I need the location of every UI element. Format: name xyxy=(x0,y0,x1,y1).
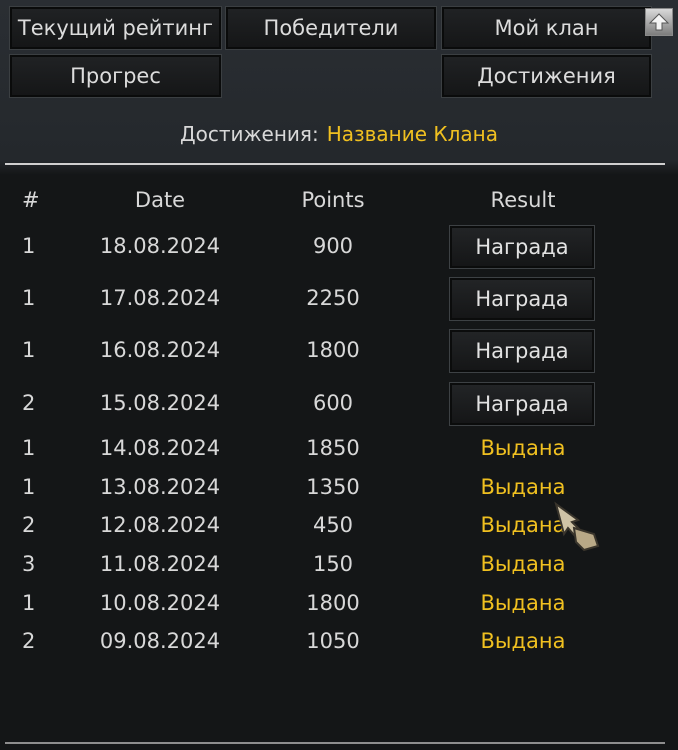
reward-issued-status: Выдана xyxy=(480,475,566,499)
pointer-hand-icon xyxy=(554,501,600,552)
row-date: 16.08.2024 xyxy=(99,338,221,362)
tab-progress[interactable]: Прогрес xyxy=(9,54,222,98)
column-header-result: Result xyxy=(490,188,556,212)
row-date: 11.08.2024 xyxy=(99,552,221,576)
row-points: 1800 xyxy=(306,591,360,615)
row-rank: 1 xyxy=(22,475,36,499)
row-rank: 1 xyxy=(22,286,36,310)
row-points: 1050 xyxy=(306,629,360,653)
reward-issued-status: Выдана xyxy=(480,629,566,653)
row-rank: 2 xyxy=(22,513,36,537)
reward-issued-status: Выдана xyxy=(480,591,566,615)
divider xyxy=(5,163,665,165)
claim-reward-button[interactable]: Награда xyxy=(449,277,595,321)
achievements-label: Достижения: xyxy=(180,122,319,146)
tab-my-clan[interactable]: Мой клан xyxy=(441,6,652,50)
tab-current-rating[interactable]: Текущий рейтинг xyxy=(9,6,222,50)
claim-reward-button[interactable]: Награда xyxy=(449,225,595,269)
claim-reward-button[interactable]: Награда xyxy=(449,329,595,373)
row-date: 09.08.2024 xyxy=(99,629,221,653)
row-date: 14.08.2024 xyxy=(99,436,221,460)
row-date: 15.08.2024 xyxy=(99,391,221,415)
row-rank: 1 xyxy=(22,591,36,615)
achievements-subtitle: Достижения: Название Клана xyxy=(0,122,678,146)
tab-winners[interactable]: Победители xyxy=(225,6,437,50)
row-points: 1800 xyxy=(306,338,360,362)
bottom-divider xyxy=(5,742,665,744)
row-rank: 3 xyxy=(22,552,36,576)
row-points: 1850 xyxy=(306,436,360,460)
row-points: 150 xyxy=(312,552,354,576)
row-points: 900 xyxy=(312,234,354,258)
claim-reward-button[interactable]: Награда xyxy=(449,382,595,426)
scroll-up-button[interactable] xyxy=(645,8,673,36)
reward-issued-status: Выдана xyxy=(480,552,566,576)
row-points: 450 xyxy=(312,513,354,537)
row-rank: 1 xyxy=(22,338,36,362)
row-rank: 2 xyxy=(22,629,36,653)
row-date: 17.08.2024 xyxy=(99,286,221,310)
row-rank: 1 xyxy=(22,436,36,460)
row-points: 600 xyxy=(312,391,354,415)
column-header-date: Date xyxy=(134,188,186,212)
row-date: 18.08.2024 xyxy=(99,234,221,258)
clan-name: Название Клана xyxy=(326,122,498,146)
clan-achievements-panel: Текущий рейтинг Победители Мой клан Прог… xyxy=(0,0,678,750)
tab-achievements[interactable]: Достижения xyxy=(441,54,652,98)
row-rank: 1 xyxy=(22,234,36,258)
reward-issued-status: Выдана xyxy=(480,436,566,460)
row-date: 12.08.2024 xyxy=(99,513,221,537)
row-date: 13.08.2024 xyxy=(99,475,221,499)
column-header-points: Points xyxy=(301,188,365,212)
column-header-number: # xyxy=(22,188,40,212)
arrow-up-icon xyxy=(648,13,670,31)
row-points: 2250 xyxy=(306,286,360,310)
row-rank: 2 xyxy=(22,391,36,415)
row-points: 1350 xyxy=(306,475,360,499)
row-date: 10.08.2024 xyxy=(99,591,221,615)
